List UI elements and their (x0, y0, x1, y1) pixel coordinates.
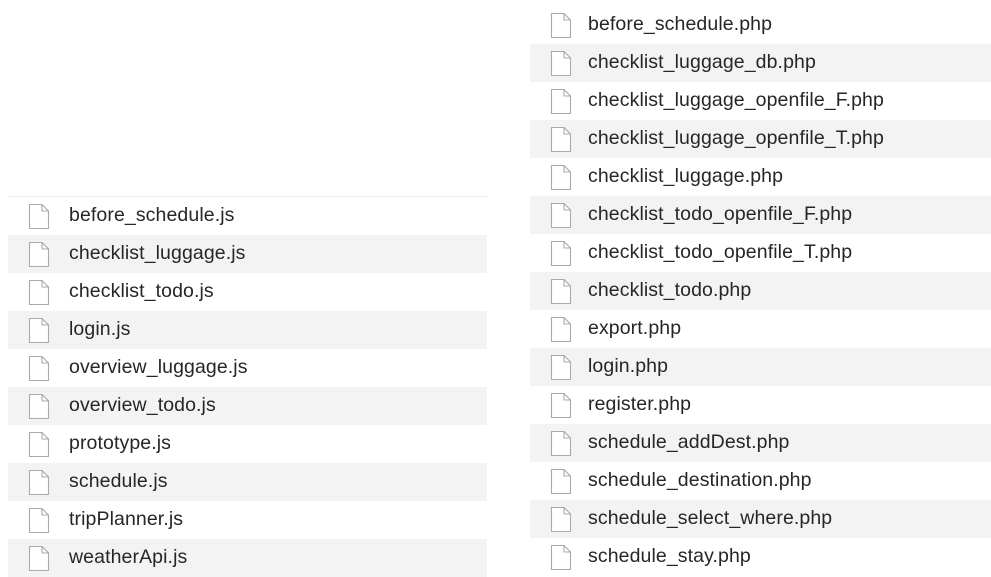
file-row[interactable]: checklist_todo_openfile_F.php (530, 196, 991, 234)
file-row[interactable]: prototype.js (8, 425, 487, 463)
file-name: schedule.js (69, 470, 168, 493)
file-row[interactable]: export.php (530, 310, 991, 348)
file-name: checklist_todo_openfile_F.php (588, 203, 853, 226)
document-icon (28, 469, 50, 496)
document-icon (550, 202, 572, 229)
file-row[interactable]: overview_luggage.js (8, 349, 487, 387)
file-row[interactable]: before_schedule.js (8, 197, 487, 235)
file-name: schedule_destination.php (588, 469, 812, 492)
document-icon (550, 240, 572, 267)
file-row[interactable]: login.js (8, 311, 487, 349)
file-name: tripPlanner.js (69, 508, 184, 531)
file-row[interactable]: checklist_luggage.js (8, 235, 487, 273)
file-row[interactable]: schedule_addDest.php (530, 424, 991, 462)
document-icon (550, 316, 572, 343)
document-icon (28, 431, 50, 458)
file-name: schedule_addDest.php (588, 431, 790, 454)
js-file-list: before_schedule.js checklist_luggage.js … (8, 196, 487, 577)
file-name: overview_luggage.js (69, 356, 248, 379)
file-name: login.js (69, 318, 131, 341)
document-icon (28, 545, 50, 572)
document-icon (28, 355, 50, 382)
file-name: export.php (588, 317, 682, 340)
document-icon (28, 393, 50, 420)
file-row[interactable]: overview_todo.js (8, 387, 487, 425)
file-row[interactable]: checklist_luggage.php (530, 158, 991, 196)
file-row[interactable]: weatherApi.js (8, 539, 487, 577)
file-name: before_schedule.php (588, 13, 773, 36)
file-name: weatherApi.js (69, 546, 188, 569)
document-icon (550, 544, 572, 571)
file-name: checklist_luggage_openfile_F.php (588, 89, 884, 112)
file-row[interactable]: schedule_destination.php (530, 462, 991, 500)
document-icon (28, 279, 50, 306)
file-row[interactable]: schedule.js (8, 463, 487, 501)
file-name: checklist_luggage_openfile_T.php (588, 127, 884, 150)
file-name: schedule_stay.php (588, 545, 751, 568)
file-name: schedule_select_where.php (588, 507, 833, 530)
file-row[interactable]: checklist_todo_openfile_T.php (530, 234, 991, 272)
file-name: overview_todo.js (69, 394, 216, 417)
file-row[interactable]: checklist_luggage_openfile_T.php (530, 120, 991, 158)
file-row[interactable]: checklist_todo.js (8, 273, 487, 311)
file-row[interactable]: checklist_luggage_openfile_F.php (530, 82, 991, 120)
file-row[interactable]: checklist_todo.php (530, 272, 991, 310)
file-name: prototype.js (69, 432, 172, 455)
document-icon (28, 507, 50, 534)
file-name: before_schedule.js (69, 204, 235, 227)
file-name: checklist_luggage_db.php (588, 51, 816, 74)
document-icon (28, 203, 50, 230)
document-icon (550, 126, 572, 153)
document-icon (550, 278, 572, 305)
document-icon (550, 88, 572, 115)
document-icon (550, 506, 572, 533)
file-name: checklist_todo.js (69, 280, 214, 303)
file-name: checklist_luggage.php (588, 165, 784, 188)
file-name: checklist_todo.php (588, 279, 752, 302)
document-icon (550, 354, 572, 381)
file-name: checklist_todo_openfile_T.php (588, 241, 853, 264)
document-icon (550, 430, 572, 457)
file-row[interactable]: checklist_luggage_db.php (530, 44, 991, 82)
file-row[interactable]: tripPlanner.js (8, 501, 487, 539)
php-file-list: before_schedule.php checklist_luggage_db… (530, 6, 991, 576)
document-icon (550, 50, 572, 77)
document-icon (550, 392, 572, 419)
document-icon (550, 164, 572, 191)
file-row[interactable]: login.php (530, 348, 991, 386)
document-icon (28, 241, 50, 268)
document-icon (550, 468, 572, 495)
file-row[interactable]: schedule_select_where.php (530, 500, 991, 538)
file-name: login.php (588, 355, 669, 378)
file-row[interactable]: schedule_stay.php (530, 538, 991, 576)
file-row[interactable]: register.php (530, 386, 991, 424)
document-icon (550, 12, 572, 39)
file-row[interactable]: before_schedule.php (530, 6, 991, 44)
document-icon (28, 317, 50, 344)
file-name: checklist_luggage.js (69, 242, 246, 265)
file-name: register.php (588, 393, 692, 416)
